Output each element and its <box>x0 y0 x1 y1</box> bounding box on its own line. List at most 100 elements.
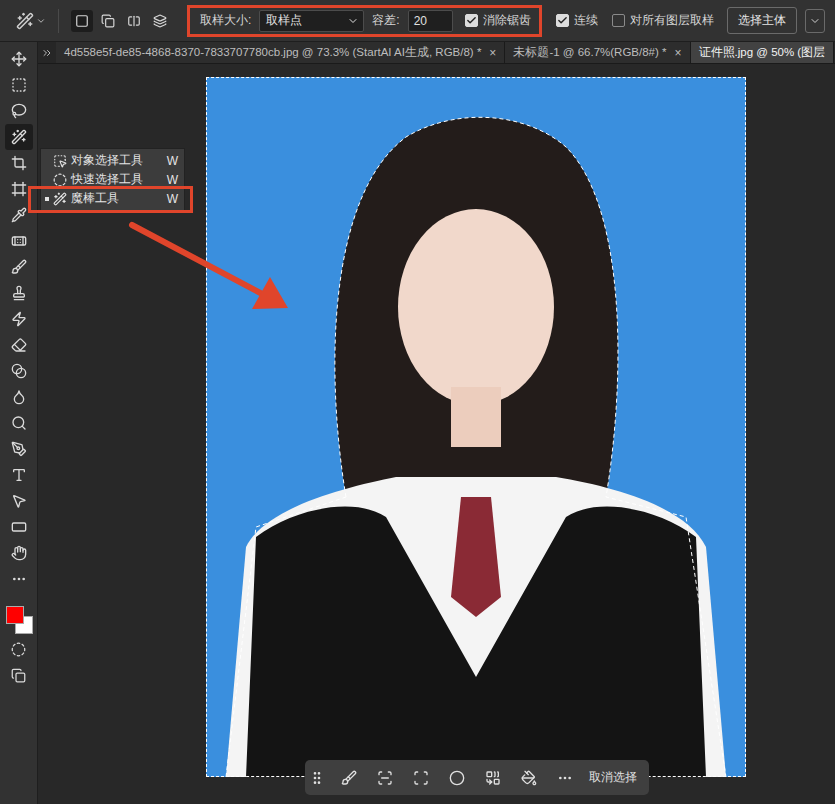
tool-icon <box>11 129 27 145</box>
tool-icon <box>11 441 27 457</box>
tool-icon <box>11 389 27 405</box>
more-button[interactable] <box>553 766 577 790</box>
screen-mode-button[interactable] <box>5 662 33 688</box>
tolerance-input[interactable]: 20 <box>408 10 453 32</box>
select-subject-menu-button[interactable] <box>805 9 825 33</box>
tool-button[interactable] <box>5 332 33 358</box>
selection-mode-button[interactable] <box>123 10 145 32</box>
screen-mode-icon <box>11 668 26 683</box>
tool-button[interactable] <box>5 46 33 72</box>
ellipsis-icon <box>557 770 573 786</box>
tool-icon <box>11 493 27 509</box>
tool-button[interactable] <box>5 150 33 176</box>
color-swatches[interactable] <box>3 594 35 634</box>
task-button[interactable] <box>481 766 505 790</box>
tool-icon <box>11 285 27 301</box>
tool-button[interactable] <box>5 124 33 150</box>
photoshop-window: 取样大小:取样点容差:20消除锯齿连续对所有图层取样选择主体4d558e5f-d… <box>0 0 835 804</box>
task-icon <box>413 770 429 786</box>
task-button[interactable] <box>517 766 541 790</box>
sample-size-select[interactable]: 取样点 <box>259 10 364 32</box>
tool-icon <box>11 363 27 379</box>
tool-icon <box>11 467 27 483</box>
task-button[interactable] <box>337 766 361 790</box>
tool-button[interactable] <box>5 488 33 514</box>
checkbox[interactable] <box>612 14 625 27</box>
check-icon <box>466 15 477 26</box>
checkbox[interactable] <box>465 14 478 27</box>
tool-button[interactable] <box>5 358 33 384</box>
tool-icon <box>11 77 27 93</box>
tool-button[interactable] <box>5 540 33 566</box>
selected-bullet <box>45 159 49 163</box>
selection-modes <box>71 10 171 32</box>
red-arrow-icon <box>120 215 300 325</box>
checkbox[interactable] <box>556 14 569 27</box>
tool-button[interactable] <box>5 514 33 540</box>
task-button[interactable] <box>373 766 397 790</box>
selection-mode-icon <box>101 14 115 28</box>
checkbox-row[interactable]: 消除锯齿 <box>465 12 531 29</box>
checkbox-row[interactable]: 对所有图层取样 <box>612 12 714 29</box>
tool-icon <box>11 181 27 197</box>
selection-mode-button[interactable] <box>71 10 93 32</box>
quick-mask-button[interactable] <box>5 636 33 662</box>
tool-icon <box>11 103 27 119</box>
check-icon <box>557 15 568 26</box>
deselect-button[interactable]: 取消选择 <box>589 769 637 786</box>
tool-button[interactable] <box>5 280 33 306</box>
tool-button[interactable] <box>5 436 33 462</box>
separator <box>58 9 59 33</box>
flyout-item[interactable]: 对象选择工具W <box>41 151 184 170</box>
tab-close[interactable]: × <box>489 46 496 60</box>
checkbox-row[interactable]: 连续 <box>556 12 598 29</box>
chevron-down-icon <box>809 15 821 27</box>
tool-preset[interactable] <box>16 12 46 30</box>
tool-icon <box>11 207 27 223</box>
tool-button[interactable] <box>5 228 33 254</box>
tool-button[interactable] <box>5 254 33 280</box>
drag-handle-icon[interactable] <box>309 770 325 786</box>
tool-icon <box>11 545 27 561</box>
photo[interactable] <box>206 77 746 777</box>
task-icon <box>377 770 393 786</box>
foreground-color[interactable] <box>6 606 24 624</box>
options-bar: 取样大小:取样点容差:20消除锯齿连续对所有图层取样选择主体 <box>0 0 835 42</box>
selection-mode-button[interactable] <box>97 10 119 32</box>
ellipsis-icon <box>11 571 27 587</box>
tabs-toggle[interactable] <box>38 42 56 63</box>
tool-button[interactable] <box>5 410 33 436</box>
tool-button[interactable] <box>5 306 33 332</box>
document-tab[interactable]: 证件照.jpg @ 50% (图层 <box>691 42 835 63</box>
quick-mask-icon <box>11 642 26 657</box>
task-button[interactable] <box>409 766 433 790</box>
selection-mode-button[interactable] <box>149 10 171 32</box>
sample-size-label: 取样大小: <box>200 12 251 29</box>
tool-button[interactable] <box>5 384 33 410</box>
highlight-box: 取样大小:取样点容差:20消除锯齿 <box>187 5 542 37</box>
tab-close[interactable]: × <box>675 46 682 60</box>
portrait-figure <box>206 77 746 777</box>
flyout-tool-icon <box>53 192 67 206</box>
tool-icon <box>11 233 27 249</box>
document-tab[interactable]: 未标题-1 @ 66.7%(RGB/8#) *× <box>505 42 690 63</box>
chevrons-right-icon <box>41 47 53 59</box>
task-icon <box>449 770 465 786</box>
select-subject-button[interactable]: 选择主体 <box>727 7 797 34</box>
tool-button[interactable] <box>5 462 33 488</box>
selection-mode-icon <box>153 14 167 28</box>
highlight-box <box>28 186 193 213</box>
tool-icon <box>11 337 27 353</box>
tool-icon <box>11 311 27 327</box>
document-tab[interactable]: 4d558e5f-de85-4868-8370-7833707780cb.jpg… <box>56 42 505 63</box>
selection-mode-icon <box>75 14 89 28</box>
tool-button[interactable] <box>5 98 33 124</box>
selected-bullet <box>45 178 49 182</box>
more-tools-button[interactable] <box>5 566 33 592</box>
contextual-task-bar: 取消选择 <box>305 760 649 795</box>
tool-button[interactable] <box>5 72 33 98</box>
task-button[interactable] <box>445 766 469 790</box>
flyout-item[interactable]: 魔棒工具W <box>41 189 184 208</box>
magic-wand-icon <box>16 12 34 30</box>
tool-icon <box>11 259 27 275</box>
